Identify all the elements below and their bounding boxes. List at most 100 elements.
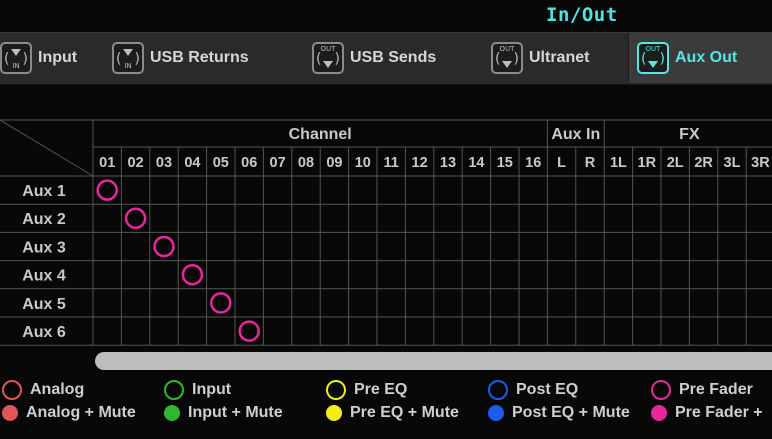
matrix-cell[interactable] — [690, 233, 716, 259]
matrix-cell[interactable] — [151, 290, 177, 316]
matrix-cell[interactable] — [747, 233, 772, 259]
matrix-cell[interactable] — [577, 233, 603, 259]
matrix-cell[interactable] — [634, 177, 660, 203]
matrix-cell[interactable] — [662, 290, 688, 316]
matrix-cell[interactable] — [208, 318, 234, 344]
matrix-cell[interactable] — [293, 177, 319, 203]
matrix-cell[interactable] — [151, 262, 177, 288]
matrix-cell[interactable] — [577, 318, 603, 344]
matrix-cell[interactable] — [690, 262, 716, 288]
matrix-cell[interactable] — [406, 177, 432, 203]
matrix-cell[interactable] — [634, 233, 660, 259]
matrix-cell[interactable] — [662, 318, 688, 344]
matrix-cell[interactable] — [747, 290, 772, 316]
matrix-cell[interactable] — [435, 205, 461, 231]
matrix-cell[interactable] — [122, 233, 148, 259]
matrix-cell[interactable] — [321, 318, 347, 344]
matrix-cell[interactable] — [293, 290, 319, 316]
matrix-cell[interactable] — [122, 290, 148, 316]
matrix-cell[interactable] — [747, 318, 772, 344]
matrix-cell[interactable] — [662, 177, 688, 203]
matrix-cell[interactable] — [435, 290, 461, 316]
matrix-cell[interactable] — [520, 177, 546, 203]
matrix-cell[interactable] — [463, 233, 489, 259]
matrix-cell[interactable] — [350, 205, 376, 231]
matrix-cell[interactable] — [264, 290, 290, 316]
matrix-cell[interactable] — [293, 233, 319, 259]
matrix-cell[interactable] — [463, 290, 489, 316]
matrix-cell[interactable] — [321, 290, 347, 316]
matrix-cell[interactable] — [463, 177, 489, 203]
matrix-cell[interactable] — [492, 262, 518, 288]
matrix-cell[interactable] — [151, 205, 177, 231]
matrix-cell[interactable] — [548, 177, 574, 203]
matrix-cell[interactable] — [577, 290, 603, 316]
matrix-cell[interactable] — [605, 233, 631, 259]
matrix-cell[interactable] — [94, 262, 120, 288]
matrix-cell[interactable] — [94, 318, 120, 344]
matrix-cell[interactable] — [208, 233, 234, 259]
matrix-cell[interactable] — [520, 205, 546, 231]
matrix-cell[interactable] — [321, 233, 347, 259]
matrix-cell[interactable] — [605, 262, 631, 288]
matrix-cell[interactable] — [293, 318, 319, 344]
matrix-cell[interactable] — [747, 177, 772, 203]
matrix-cell[interactable] — [179, 205, 205, 231]
matrix-cell[interactable] — [520, 318, 546, 344]
matrix-cell[interactable] — [236, 177, 262, 203]
matrix-cell[interactable] — [690, 177, 716, 203]
matrix-cell[interactable] — [463, 318, 489, 344]
matrix-cell[interactable] — [634, 262, 660, 288]
matrix-cell[interactable] — [548, 318, 574, 344]
matrix-cell[interactable] — [492, 177, 518, 203]
matrix-cell[interactable] — [151, 318, 177, 344]
matrix-cell[interactable] — [435, 318, 461, 344]
matrix-cell[interactable] — [747, 262, 772, 288]
matrix-cell[interactable] — [236, 290, 262, 316]
matrix-cell[interactable] — [378, 318, 404, 344]
horizontal-scrollbar[interactable] — [95, 352, 772, 370]
matrix-cell[interactable] — [435, 262, 461, 288]
matrix-cell[interactable] — [662, 205, 688, 231]
matrix-cell[interactable] — [406, 318, 432, 344]
matrix-cell[interactable] — [179, 177, 205, 203]
matrix-cell[interactable] — [605, 318, 631, 344]
matrix-cell[interactable] — [577, 205, 603, 231]
matrix-cell[interactable] — [690, 205, 716, 231]
matrix-cell[interactable] — [719, 233, 745, 259]
matrix-cell[interactable] — [719, 290, 745, 316]
matrix-cell[interactable] — [350, 233, 376, 259]
matrix-cell[interactable] — [321, 205, 347, 231]
matrix-cell[interactable] — [406, 262, 432, 288]
matrix-cell[interactable] — [378, 205, 404, 231]
matrix-cell[interactable] — [520, 262, 546, 288]
matrix-cell[interactable] — [605, 205, 631, 231]
matrix-cell[interactable] — [492, 318, 518, 344]
matrix-cell[interactable] — [577, 177, 603, 203]
matrix-cell[interactable] — [435, 233, 461, 259]
matrix-cell[interactable] — [321, 262, 347, 288]
matrix-cell[interactable] — [378, 290, 404, 316]
matrix-cell[interactable] — [548, 233, 574, 259]
matrix-cell[interactable] — [94, 233, 120, 259]
matrix-cell[interactable] — [122, 177, 148, 203]
matrix-cell[interactable] — [179, 233, 205, 259]
matrix-cell[interactable] — [463, 205, 489, 231]
matrix-cell[interactable] — [634, 290, 660, 316]
matrix-cell[interactable] — [122, 262, 148, 288]
matrix-cell[interactable] — [179, 290, 205, 316]
matrix-cell[interactable] — [321, 177, 347, 203]
matrix-cell[interactable] — [293, 262, 319, 288]
matrix-cell[interactable] — [264, 318, 290, 344]
matrix-cell[interactable] — [719, 205, 745, 231]
matrix-cell[interactable] — [208, 205, 234, 231]
matrix-cell[interactable] — [690, 318, 716, 344]
matrix-cell[interactable] — [520, 290, 546, 316]
matrix-cell[interactable] — [264, 205, 290, 231]
matrix-cell[interactable] — [548, 262, 574, 288]
matrix-cell[interactable] — [690, 290, 716, 316]
matrix-cell[interactable] — [151, 177, 177, 203]
matrix-cell[interactable] — [719, 177, 745, 203]
matrix-cell[interactable] — [208, 262, 234, 288]
matrix-cell[interactable] — [577, 262, 603, 288]
